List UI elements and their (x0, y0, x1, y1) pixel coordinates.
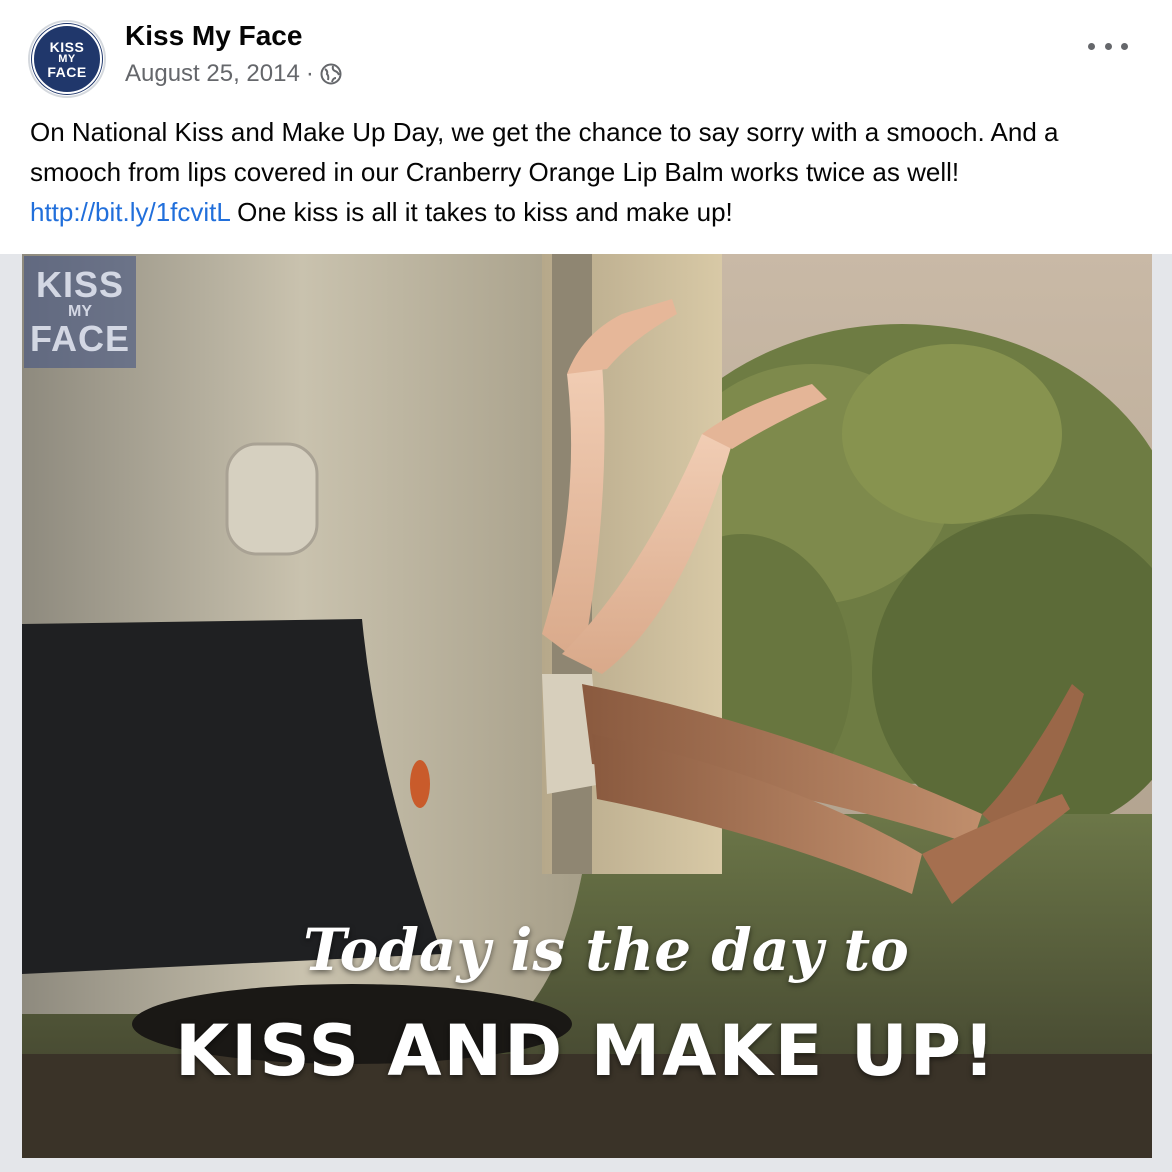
page-name-link[interactable]: Kiss My Face (125, 20, 302, 52)
facebook-post: KISS MY FACE Kiss My Face August 25, 201… (0, 0, 1172, 1172)
post-date[interactable]: August 25, 2014 (125, 60, 300, 88)
more-dot (1121, 42, 1128, 50)
globe-icon[interactable] (320, 63, 342, 85)
page-avatar[interactable]: KISS MY FACE (28, 20, 106, 98)
meta-separator: · (305, 60, 314, 87)
photo-watermark-logo: KISS MY FACE (24, 256, 136, 368)
photo-caption-script: Today is the day to (303, 916, 909, 984)
brand-logo: KISS MY FACE (32, 24, 102, 94)
avatar-logo-line3: FACE (47, 63, 87, 80)
post-meta: August 25, 2014 · (125, 60, 342, 88)
more-dot (1104, 42, 1112, 50)
post-header: KISS MY FACE Kiss My Face August 25, 201… (28, 20, 1144, 98)
more-options-icon[interactable] (1088, 34, 1128, 58)
post-message: On National Kiss and Make Up Day, we get… (30, 112, 1150, 232)
avatar-logo-line1: KISS (49, 38, 85, 55)
post-message-text-end: One kiss is all it takes to kiss and mak… (229, 197, 733, 227)
more-dot (1088, 42, 1095, 50)
watermark-logo-line3: FACE (29, 318, 130, 359)
photo-frame (0, 1158, 1172, 1172)
photo-caption-headline: KISS AND MAKE UP! (175, 1010, 997, 1092)
avatar-logo-line2: MY (58, 52, 76, 65)
post-link[interactable]: http://bit.ly/1fcvitL (30, 197, 230, 227)
watermark-logo-line1: KISS (35, 264, 125, 305)
post-message-text: On National Kiss and Make Up Day, we get… (30, 117, 1059, 187)
